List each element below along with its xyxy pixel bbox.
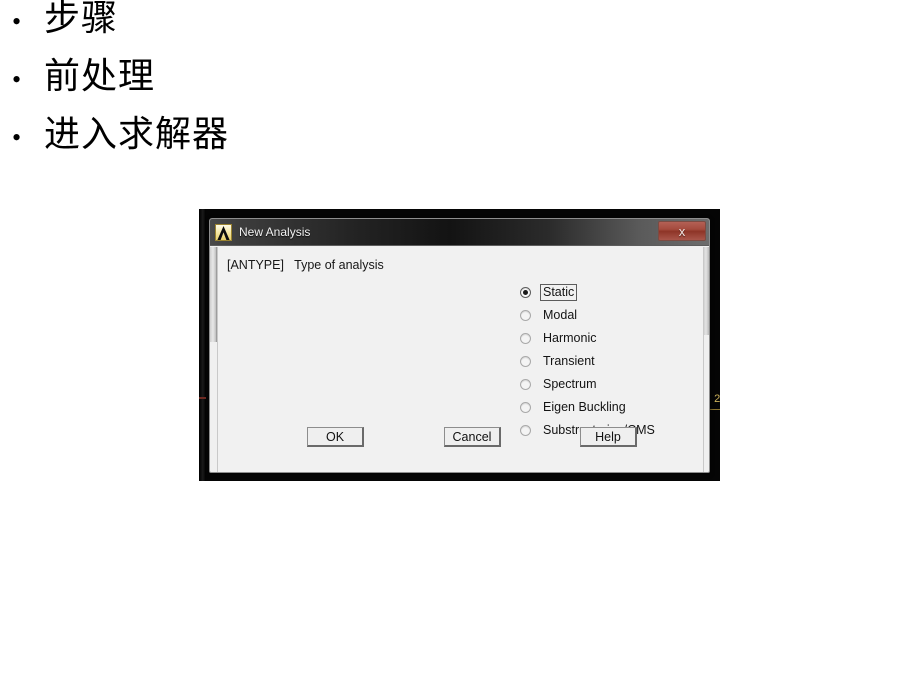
close-icon-glyph: x <box>678 223 686 239</box>
radio-button-icon[interactable] <box>520 287 531 298</box>
ansys-logo-icon <box>215 223 232 241</box>
dialog-button-bar: OK Cancel Help <box>218 427 705 457</box>
list-item: • 步骤 <box>0 0 920 58</box>
backdrop-left-band <box>199 209 206 481</box>
bullet-text: 步骤 <box>44 0 119 38</box>
antype-field-label: [ANTYPE] Type of analysis <box>227 258 384 272</box>
backdrop-accent-line <box>199 397 206 399</box>
dialog-body: [ANTYPE] Type of analysis Static Modal H… <box>217 247 705 472</box>
radio-option-spectrum[interactable]: Spectrum <box>520 373 695 396</box>
radio-option-static[interactable]: Static <box>520 281 695 304</box>
radio-button-icon[interactable] <box>520 333 531 344</box>
list-item: • 前处理 <box>0 58 920 116</box>
bullet-icon: • <box>12 123 22 152</box>
radio-button-icon[interactable] <box>520 402 531 413</box>
radio-button-icon[interactable] <box>520 356 531 367</box>
dialog-left-edge-strip <box>210 247 217 342</box>
radio-option-modal[interactable]: Modal <box>520 304 695 327</box>
close-icon[interactable]: x <box>658 221 706 241</box>
ansys-background-window: 8 2 New Analysis x [ANTYPE] Type of anal… <box>199 209 720 481</box>
radio-option-label: Spectrum <box>543 377 597 391</box>
radio-option-label: Modal <box>543 308 578 322</box>
bullet-text: 前处理 <box>44 56 156 96</box>
radio-option-label: Static <box>540 284 578 301</box>
list-item: • 进入求解器 <box>0 116 920 174</box>
help-button[interactable]: Help <box>580 427 637 447</box>
radio-button-icon[interactable] <box>520 310 531 321</box>
dialog-title: New Analysis <box>239 225 311 239</box>
new-analysis-dialog: New Analysis x [ANTYPE] Type of analysis… <box>209 218 710 473</box>
radio-option-harmonic[interactable]: Harmonic <box>520 327 695 350</box>
bullet-text: 进入求解器 <box>44 114 230 154</box>
analysis-type-radio-group[interactable]: Static Modal Harmonic Transient Spectrum <box>520 281 695 442</box>
dialog-titlebar[interactable]: New Analysis x <box>210 219 709 246</box>
cancel-button[interactable]: Cancel <box>444 427 501 447</box>
radio-option-label: Eigen Buckling <box>543 400 626 414</box>
bullet-icon: • <box>12 65 22 94</box>
radio-button-icon[interactable] <box>520 379 531 390</box>
radio-option-label: Harmonic <box>543 331 597 345</box>
bullet-icon: • <box>12 7 22 36</box>
slide-bullet-list: • 步骤 • 前处理 • 进入求解器 <box>0 0 920 174</box>
radio-option-label: Transient <box>543 354 595 368</box>
radio-option-transient[interactable]: Transient <box>520 350 695 373</box>
ok-button[interactable]: OK <box>307 427 364 447</box>
radio-option-eigen-buckling[interactable]: Eigen Buckling <box>520 396 695 419</box>
